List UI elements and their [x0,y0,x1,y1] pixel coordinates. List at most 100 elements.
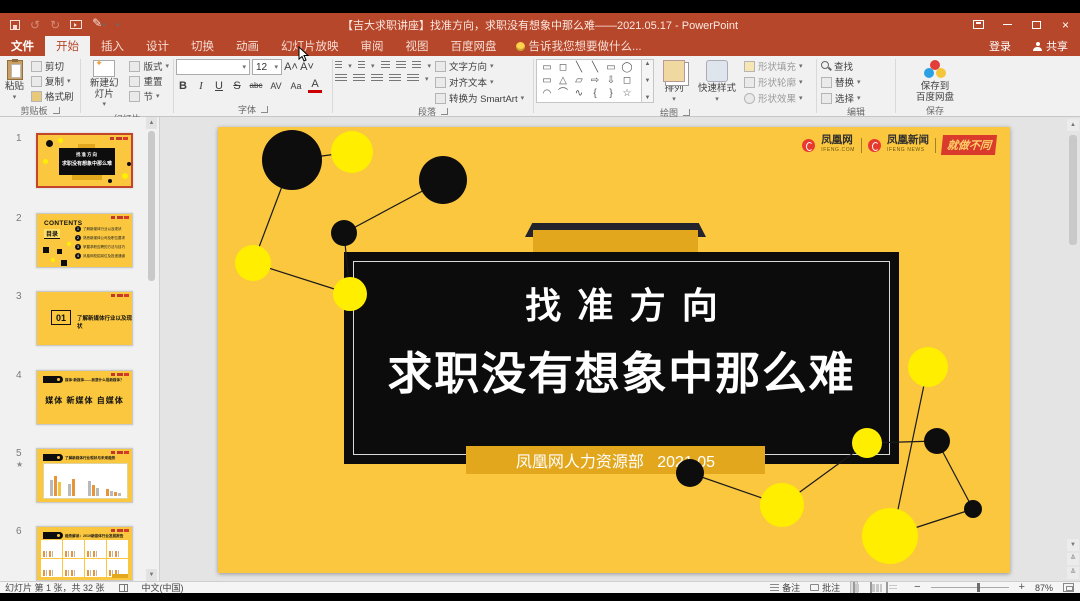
drawing-dialog-launcher[interactable] [683,109,690,116]
decrease-indent-icon[interactable] [381,61,391,70]
clipboard-dialog-launcher[interactable] [53,107,60,114]
shape-fill-button[interactable]: 形状填充▾ [742,59,805,73]
editor-scrollbar[interactable]: ▲ ▼ [1067,119,1079,551]
slide-canvas[interactable]: 凤凰网 IFENG.COM 凤凰新闻 IFENG NEWS 就做不同 [218,127,1010,573]
align-right-icon[interactable] [371,74,383,83]
select-button[interactable]: 选择▾ [819,91,863,105]
thumbnail-slide-2[interactable]: 2 CONTENTS 目录 1了解新媒体行业以及现状 2熟悉新媒体公司及职位要求… [36,213,135,268]
tab-transitions[interactable]: 切换 [180,36,225,56]
thumbnail-slide-3[interactable]: 3 01 了解新媒体行业以及现状 [36,291,135,346]
scrollbar-thumb[interactable] [148,131,155,281]
numbering-icon[interactable] [358,61,365,70]
slideshow-view-button[interactable] [900,587,904,589]
strikethrough-button[interactable]: S [230,80,244,92]
character-spacing-button[interactable]: AV [268,81,284,91]
arrange-button[interactable]: 排列▾ [656,59,692,106]
replace-button[interactable]: 替换▾ [819,75,863,89]
thumbnail-slide-5[interactable]: 5 ★ 了解新媒体行业现状与未来趋势 [36,448,135,503]
font-color-button[interactable]: A [308,78,322,93]
clear-formatting-button[interactable]: abc [248,81,264,90]
layout-button[interactable]: 版式▾ [127,59,171,73]
tab-animations[interactable]: 动画 [225,36,270,56]
share-button[interactable]: 共享 [1021,36,1080,56]
ribbon-display-options-button[interactable] [964,13,993,36]
thumbnail-slide-4[interactable]: 4 媒体·新媒体——到底什么是新媒体？ 媒体 新媒体 自媒体 [36,370,135,425]
tab-baidu-netdisk[interactable]: 百度网盘 [440,36,508,56]
find-button[interactable]: 查找 [819,59,855,73]
fit-to-window-icon[interactable] [1063,583,1074,592]
tab-view[interactable]: 视图 [395,36,440,56]
italic-button[interactable]: I [194,80,208,92]
next-slide-button[interactable]: ≚ [1067,567,1079,579]
save-to-baidu-button[interactable]: 保存到 百度网盘 [913,59,957,104]
font-name-combobox[interactable]: ▾ [176,59,250,75]
zoom-in-button[interactable]: + [1019,583,1025,592]
increase-font-size-button[interactable]: A˄ [284,61,298,73]
align-text-button[interactable]: 对齐文本▾ [433,75,526,89]
new-slide-button[interactable]: 新建幻灯片▾ [83,59,125,112]
zoom-slider[interactable] [931,587,1009,588]
quick-styles-button[interactable]: 快速样式▾ [694,59,740,106]
tell-me-box[interactable]: 告诉我您想要做什么... [508,36,650,56]
change-case-button[interactable]: Aa [288,81,304,91]
thumbnail-slide-6[interactable]: 6 趋势解读：2019新媒体行业发展报告 [36,526,135,581]
reset-button[interactable]: 重置 [127,74,171,88]
tab-file[interactable]: 文件 [0,36,45,56]
convert-smartart-button[interactable]: 转换为 SmartArt▾ [433,91,526,105]
minimize-button[interactable] [993,13,1022,36]
paragraph-dialog-launcher[interactable] [441,108,448,115]
tab-review[interactable]: 审阅 [350,36,395,56]
format-painter-button[interactable]: 格式刷 [29,89,76,103]
align-left-icon[interactable] [335,74,347,83]
previous-slide-button[interactable]: ≙ [1067,553,1079,565]
tab-home[interactable]: 开始 [45,36,90,56]
thumbnail-scrollbar[interactable]: ▲ ▼ [146,117,157,581]
shape-outline-button[interactable]: 形状轮廓▾ [742,75,805,89]
shape-effects-button[interactable]: 形状效果▾ [742,91,805,105]
underline-button[interactable]: U [212,80,226,92]
paste-button[interactable]: 粘贴▾ [2,59,27,104]
align-center-icon[interactable] [353,74,365,83]
spellcheck-icon[interactable] [119,584,128,592]
close-button[interactable]: × [1051,13,1080,36]
font-size-combobox[interactable]: 12▾ [252,59,282,75]
save-icon[interactable] [10,20,20,30]
shapes-gallery-scroll[interactable]: ▲▼▼ [642,59,654,103]
start-slideshow-icon[interactable] [70,20,82,29]
editor-scroll-up[interactable]: ▲ [1067,119,1079,131]
zoom-out-button[interactable]: − [914,583,920,592]
text-direction-button[interactable]: 文字方向▾ [433,59,526,73]
pen-mode-icon[interactable]: ✎▾ [92,17,106,32]
slide-sorter-view-button[interactable] [868,582,874,594]
shapes-gallery[interactable]: ▭◻╲╲▭◯ ▭△▱⇨⇩◻ ◠⌒∿{}☆ [536,59,642,103]
justify-icon[interactable] [389,74,401,83]
reading-view-button[interactable] [884,582,890,594]
redo-icon[interactable]: ↻ [50,19,60,31]
bullets-icon[interactable] [335,61,342,70]
increase-indent-icon[interactable] [396,61,406,70]
cut-button[interactable]: 剪切 [29,59,76,73]
zoom-percentage[interactable]: 87% [1035,583,1053,593]
bold-button[interactable]: B [176,80,190,92]
tab-insert[interactable]: 插入 [90,36,135,56]
columns-icon[interactable] [407,74,419,83]
slide-subtitle-banner[interactable]: 凤凰网人力资源部 2021.05 [466,446,765,474]
scroll-up-arrow[interactable]: ▲ [146,117,157,129]
tab-design[interactable]: 设计 [135,36,180,56]
thumbnail-slide-1[interactable]: 1 找准方向 求职没有想象中那么难 [36,133,135,188]
decrease-font-size-button[interactable]: A˅ [300,61,314,73]
tab-slideshow[interactable]: 幻灯片放映 [270,36,350,56]
undo-icon[interactable]: ↺ [30,19,40,31]
copy-button[interactable]: 复制▾ [29,74,76,88]
section-button[interactable]: 节▾ [127,89,171,103]
editor-scrollbar-thumb[interactable] [1069,135,1077,245]
maximize-button[interactable] [1022,13,1051,36]
scroll-down-arrow[interactable]: ▼ [146,569,157,581]
slide-title-block[interactable]: 找准方向 求职没有想象中那么难 [344,277,899,402]
font-dialog-launcher[interactable] [261,106,268,113]
sign-in-button[interactable]: 登录 [979,36,1021,56]
zoom-slider-thumb[interactable] [977,583,980,592]
customize-qat-icon[interactable]: ▾ [116,17,120,32]
line-spacing-icon[interactable] [412,61,422,70]
editor-scroll-down[interactable]: ▼ [1067,539,1079,551]
